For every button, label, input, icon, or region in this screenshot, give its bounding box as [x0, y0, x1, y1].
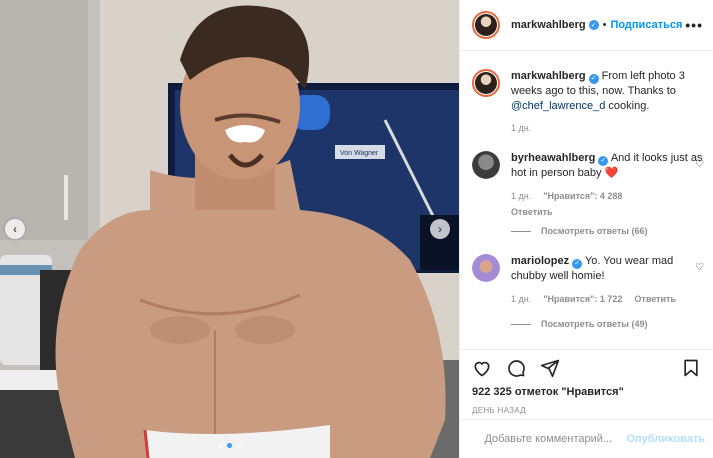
verified-badge-icon: ✓	[588, 74, 599, 85]
comment-avatar[interactable]	[472, 151, 500, 179]
comment-likes[interactable]: "Нравится": 1 722	[543, 292, 622, 307]
post-actions: 922 325 отметок "Нравится" ДЕНЬ НАЗАД	[460, 349, 713, 415]
action-icons	[472, 354, 701, 382]
comment-meta: 1 дн. "Нравится": 4 288	[511, 189, 704, 204]
comment-likes[interactable]: "Нравится": 4 288	[543, 189, 622, 204]
heart-icon[interactable]	[472, 358, 492, 378]
comment-meta: 1 дн. "Нравится": 1 722 Ответить	[511, 292, 704, 307]
view-replies-label: Посмотреть ответы (66)	[541, 226, 648, 236]
view-replies-button[interactable]: Посмотреть ответы (49)	[511, 319, 647, 329]
verified-badge-icon: ✓	[572, 259, 583, 270]
caption-text-end: cooking.	[605, 99, 650, 112]
chevron-left-icon: ‹	[13, 222, 17, 236]
next-photo-button[interactable]: ›	[430, 219, 450, 239]
comment-like-icon[interactable]: ♡	[695, 159, 704, 170]
red-heart-emoji: ❤️	[604, 167, 619, 180]
caption-meta: 1 дн.	[511, 121, 704, 136]
caption-time[interactable]: 1 дн.	[511, 121, 531, 136]
post-header: markwahlberg ✓ • Подписаться •••	[460, 0, 713, 51]
replies-divider	[511, 230, 531, 232]
comment-time[interactable]: 1 дн.	[511, 189, 531, 204]
post-side-panel: markwahlberg ✓ • Подписаться ••• markwah…	[459, 0, 713, 458]
bookmark-icon[interactable]	[681, 358, 701, 378]
comment-username[interactable]: mariolopez	[511, 255, 569, 267]
post-image: Von Wagner	[0, 0, 459, 458]
post-photo[interactable]: Von Wagner ‹ ›	[0, 0, 459, 458]
comments-list[interactable]: markwahlberg ✓ From left photo 3 weeks ag…	[460, 52, 713, 342]
verified-badge-icon: ✓	[598, 156, 609, 167]
comment-like-icon[interactable]: ♡	[695, 262, 704, 273]
caption-mention-link[interactable]: @chef_lawrence_d	[511, 100, 605, 112]
header-separator: •	[602, 19, 607, 31]
follow-button[interactable]: Подписаться	[610, 19, 682, 31]
reply-button[interactable]: Ответить	[511, 205, 553, 220]
publish-button[interactable]: Опубликовать	[626, 433, 705, 445]
verified-badge-icon: ✓	[588, 20, 599, 30]
carousel-dot	[236, 443, 241, 448]
comment-username[interactable]: byrheawahlberg	[511, 152, 595, 164]
comment-avatar[interactable]	[472, 254, 500, 282]
author-username[interactable]: markwahlberg	[511, 19, 586, 31]
author-avatar[interactable]	[472, 11, 500, 39]
caption: markwahlberg ✓ From left photo 3 weeks ag…	[472, 69, 704, 136]
likes-count[interactable]: 922 325 отметок "Нравится"	[472, 386, 701, 398]
view-replies-label: Посмотреть ответы (49)	[541, 319, 648, 329]
more-options-icon[interactable]: •••	[685, 17, 703, 33]
prev-photo-button[interactable]: ‹	[5, 219, 25, 239]
replies-divider	[511, 323, 531, 325]
comment-time[interactable]: 1 дн.	[511, 292, 531, 307]
post-time[interactable]: ДЕНЬ НАЗАД	[472, 406, 701, 415]
chevron-right-icon: ›	[438, 222, 442, 236]
caption-avatar[interactable]	[472, 69, 500, 97]
carousel-dot-active	[227, 443, 232, 448]
comment-reply-row: Ответить	[511, 205, 704, 220]
view-replies-button[interactable]: Посмотреть ответы (66)	[511, 226, 647, 236]
comment-item: byrheawahlberg ✓ And it looks just as hot…	[472, 151, 704, 220]
carousel-indicator	[0, 443, 459, 448]
caption-username[interactable]: markwahlberg	[511, 70, 586, 82]
comment-input[interactable]	[484, 433, 627, 445]
instagram-post: Von Wagner ‹ › markwahlberg ✓ • Подписат…	[0, 0, 713, 458]
share-icon[interactable]	[540, 358, 560, 378]
comment-item: mariolopez ✓ Yo. You wear mad chubby well…	[472, 254, 704, 306]
reply-button[interactable]: Ответить	[634, 292, 676, 307]
tv-caption: Von Wagner	[340, 150, 379, 157]
comment-icon[interactable]	[506, 358, 526, 378]
add-comment-bar: Опубликовать	[460, 419, 713, 458]
carousel-dot	[218, 443, 223, 448]
